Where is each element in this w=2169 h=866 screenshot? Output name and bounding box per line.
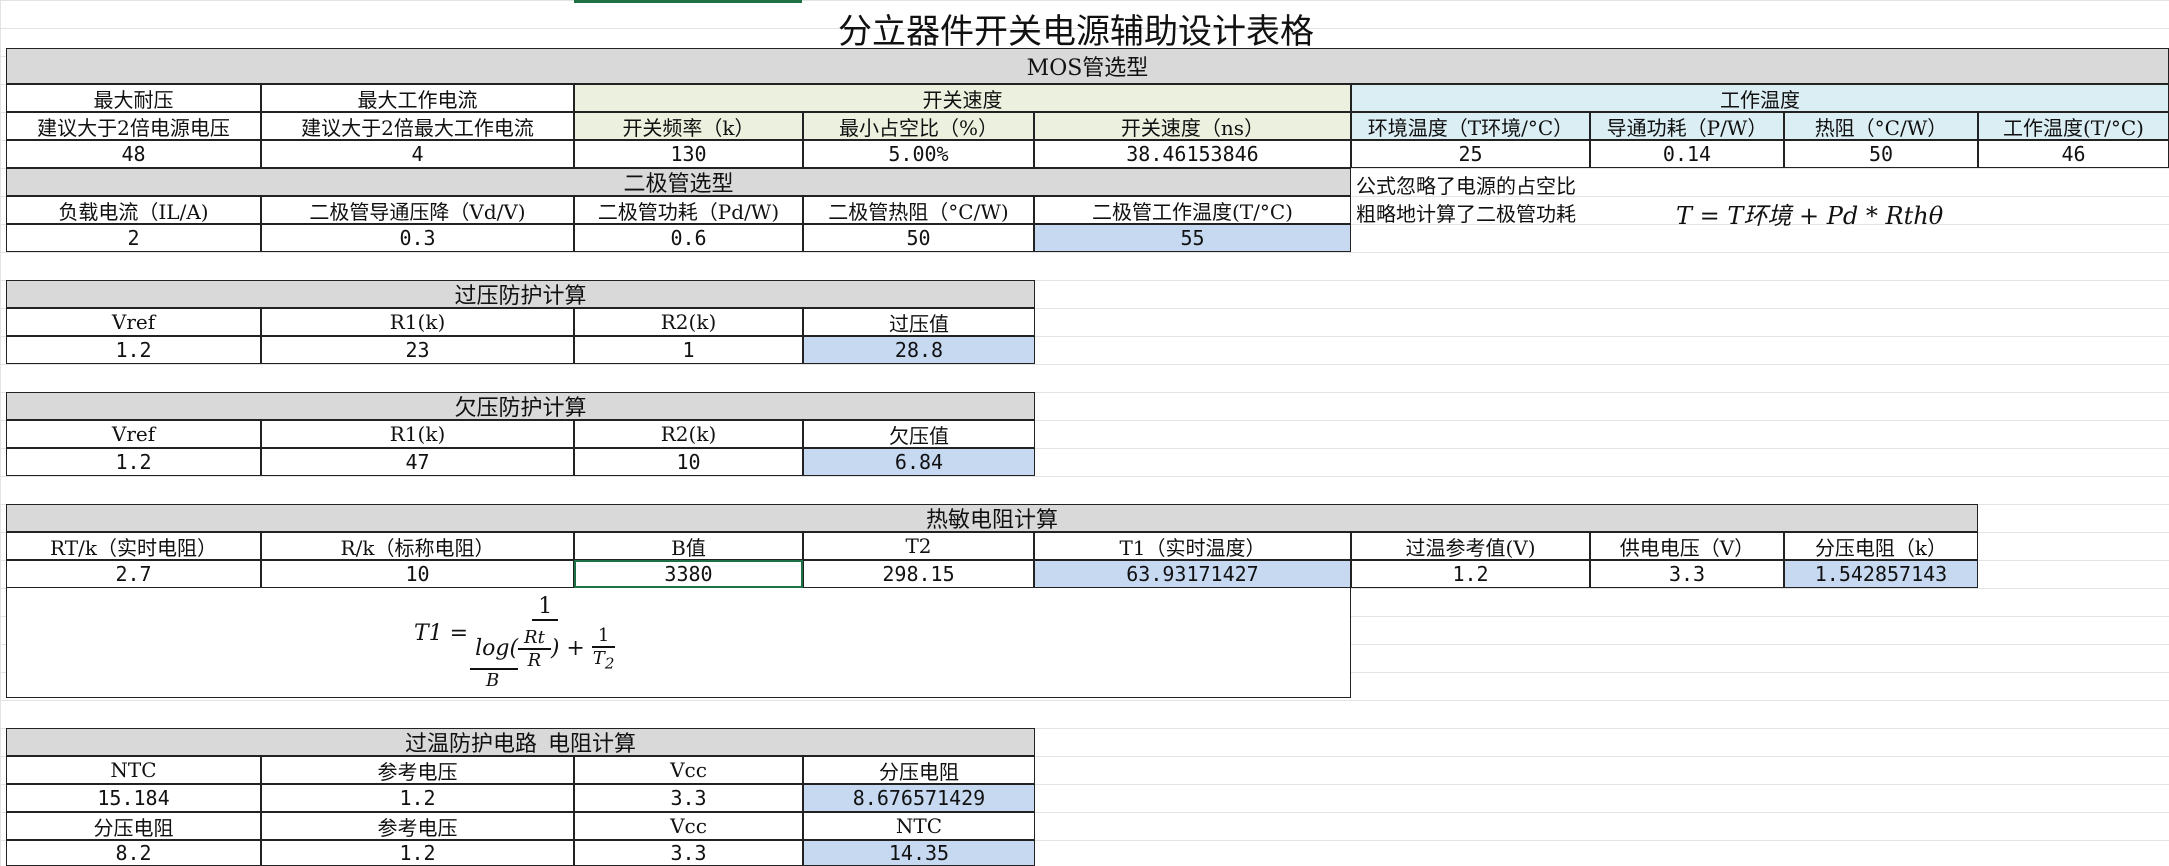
uvp-result-value[interactable]: 6.84: [803, 448, 1035, 476]
ovp-r1-header[interactable]: R1(k): [261, 308, 574, 336]
mos-max-current-label[interactable]: 最大工作电流: [261, 84, 574, 112]
mos-switch-speed-group[interactable]: 开关速度: [574, 84, 1351, 112]
otp-ref-value[interactable]: 1.2: [261, 784, 574, 812]
mos-duty-value[interactable]: 5.00%: [803, 140, 1034, 168]
otp2-vcc-value[interactable]: 3.3: [574, 840, 803, 866]
diode-thermal-value[interactable]: 50: [803, 224, 1034, 252]
uvp-section-header[interactable]: 欠压防护计算: [6, 392, 1035, 420]
ovp-r2-value[interactable]: 1: [574, 336, 803, 364]
ntc-supply-header[interactable]: 供电电压（V）: [1590, 532, 1784, 560]
otp-ntc-value[interactable]: 15.184: [6, 784, 261, 812]
diode-temp-formula: T = T环境 + Pd * Rthθ: [1676, 202, 1944, 230]
uvp-vref-value[interactable]: 1.2: [6, 448, 261, 476]
mos-freq-value[interactable]: 130: [574, 140, 803, 168]
ovp-result-value[interactable]: 28.8: [803, 336, 1035, 364]
diode-temp-header[interactable]: 二极管工作温度(T/°C): [1034, 196, 1351, 224]
otp-divider-header[interactable]: 分压电阻: [803, 756, 1035, 784]
diode-power-header[interactable]: 二极管功耗（Pd/W): [574, 196, 803, 224]
diode-power-value[interactable]: 0.6: [574, 224, 803, 252]
otp2-divider-value[interactable]: 8.2: [6, 840, 261, 866]
ovp-r1-value[interactable]: 23: [261, 336, 574, 364]
mos-current-value[interactable]: 4: [261, 140, 574, 168]
otp2-ntc-header[interactable]: NTC: [803, 812, 1035, 840]
formula-b-term: B: [486, 670, 500, 691]
mos-speed-value[interactable]: 38.46153846: [1034, 140, 1351, 168]
mos-duty-header[interactable]: 最小占空比（%）: [803, 112, 1034, 140]
mos-max-voltage-label[interactable]: 最大耐压: [6, 84, 261, 112]
mos-work-temp-value[interactable]: 46: [1978, 140, 2169, 168]
ntc-formula-box: [6, 588, 1351, 698]
mos-section-header[interactable]: MOS管选型: [6, 48, 2169, 84]
ntc-ref-value[interactable]: 1.2: [1351, 560, 1590, 588]
mos-work-temp-header[interactable]: 工作温度(T/°C): [1978, 112, 2169, 140]
otp-ntc-header[interactable]: NTC: [6, 756, 261, 784]
otp2-ref-header[interactable]: 参考电压: [261, 812, 574, 840]
mos-speed-header[interactable]: 开关速度（ns）: [1034, 112, 1351, 140]
ntc-divider-header[interactable]: 分压电阻（k）: [1784, 532, 1978, 560]
ovp-vref-value[interactable]: 1.2: [6, 336, 261, 364]
sheet-title: 分立器件开关电源辅助设计表格: [838, 12, 1314, 52]
uvp-vref-header[interactable]: Vref: [6, 420, 261, 448]
ntc-t1-header[interactable]: T1（实时温度）: [1034, 532, 1351, 560]
diode-temp-value[interactable]: 55: [1034, 224, 1351, 252]
mos-voltage-hint[interactable]: 建议大于2倍电源电压: [6, 112, 261, 140]
mos-thermal-value[interactable]: 50: [1784, 140, 1978, 168]
ntc-r-header[interactable]: R/k（标称电阻）: [261, 532, 574, 560]
uvp-r2-value[interactable]: 10: [574, 448, 803, 476]
diode-drop-value[interactable]: 0.3: [261, 224, 574, 252]
otp2-ntc-value[interactable]: 14.35: [803, 840, 1035, 866]
diode-load-current-value[interactable]: 2: [6, 224, 261, 252]
ntc-r-value[interactable]: 10: [261, 560, 574, 588]
column-selection-indicator: [574, 0, 802, 3]
diode-note-duty: 公式忽略了电源的占空比: [1356, 174, 1576, 198]
ntc-t2-value[interactable]: 298.15: [803, 560, 1034, 588]
otp-ref-header[interactable]: 参考电压: [261, 756, 574, 784]
diode-thermal-header[interactable]: 二极管热阻（°C/W): [803, 196, 1034, 224]
ovp-r2-header[interactable]: R2(k): [574, 308, 803, 336]
ntc-t2-header[interactable]: T2: [803, 532, 1034, 560]
uvp-r1-value[interactable]: 47: [261, 448, 574, 476]
ovp-section-header[interactable]: 过压防护计算: [6, 280, 1035, 308]
mos-power-value[interactable]: 0.14: [1590, 140, 1784, 168]
uvp-r2-header[interactable]: R2(k): [574, 420, 803, 448]
diode-load-current-header[interactable]: 负载电流（IL/A): [6, 196, 261, 224]
mos-env-temp-header[interactable]: 环境温度（T环境/°C）: [1351, 112, 1590, 140]
ntc-supply-value[interactable]: 3.3: [1590, 560, 1784, 588]
ntc-b-header[interactable]: B值: [574, 532, 803, 560]
mos-voltage-value[interactable]: 48: [6, 140, 261, 168]
mos-power-header[interactable]: 导通功耗（P/W）: [1590, 112, 1784, 140]
diode-drop-header[interactable]: 二极管导通压降（Vd/V): [261, 196, 574, 224]
ntc-rt-header[interactable]: RT/k（实时电阻）: [6, 532, 261, 560]
otp-vcc-header[interactable]: Vcc: [574, 756, 803, 784]
ntc-divider-value[interactable]: 1.542857143: [1784, 560, 1978, 588]
ntc-t1-value[interactable]: 63.93171427: [1034, 560, 1351, 588]
uvp-result-header[interactable]: 欠压值: [803, 420, 1035, 448]
mos-work-temp-group[interactable]: 工作温度: [1351, 84, 2169, 112]
mos-thermal-header[interactable]: 热阻（°C/W）: [1784, 112, 1978, 140]
otp-vcc-value[interactable]: 3.3: [574, 784, 803, 812]
mos-freq-header[interactable]: 开关频率（k）: [574, 112, 803, 140]
ovp-vref-header[interactable]: Vref: [6, 308, 261, 336]
ntc-rt-value[interactable]: 2.7: [6, 560, 261, 588]
otp2-divider-header[interactable]: 分压电阻: [6, 812, 261, 840]
ntc-formula: T1 = 1 log( Rt R ) + 1 T2: [414, 594, 616, 673]
ovp-result-header[interactable]: 过压值: [803, 308, 1035, 336]
uvp-r1-header[interactable]: R1(k): [261, 420, 574, 448]
ntc-b-value-selected-cell[interactable]: 3380: [574, 560, 803, 588]
ntc-section-header[interactable]: 热敏电阻计算: [6, 504, 1978, 532]
otp2-ref-value[interactable]: 1.2: [261, 840, 574, 866]
otp-section-header[interactable]: 过温防护电路_电阻计算: [6, 728, 1035, 756]
diode-note-power: 粗略地计算了二极管功耗: [1356, 202, 1576, 226]
otp2-vcc-header[interactable]: Vcc: [574, 812, 803, 840]
otp-divider-value[interactable]: 8.676571429: [803, 784, 1035, 812]
ntc-ref-header[interactable]: 过温参考值(V): [1351, 532, 1590, 560]
mos-env-temp-value[interactable]: 25: [1351, 140, 1590, 168]
mos-current-hint[interactable]: 建议大于2倍最大工作电流: [261, 112, 574, 140]
diode-section-header[interactable]: 二极管选型: [6, 168, 1351, 196]
